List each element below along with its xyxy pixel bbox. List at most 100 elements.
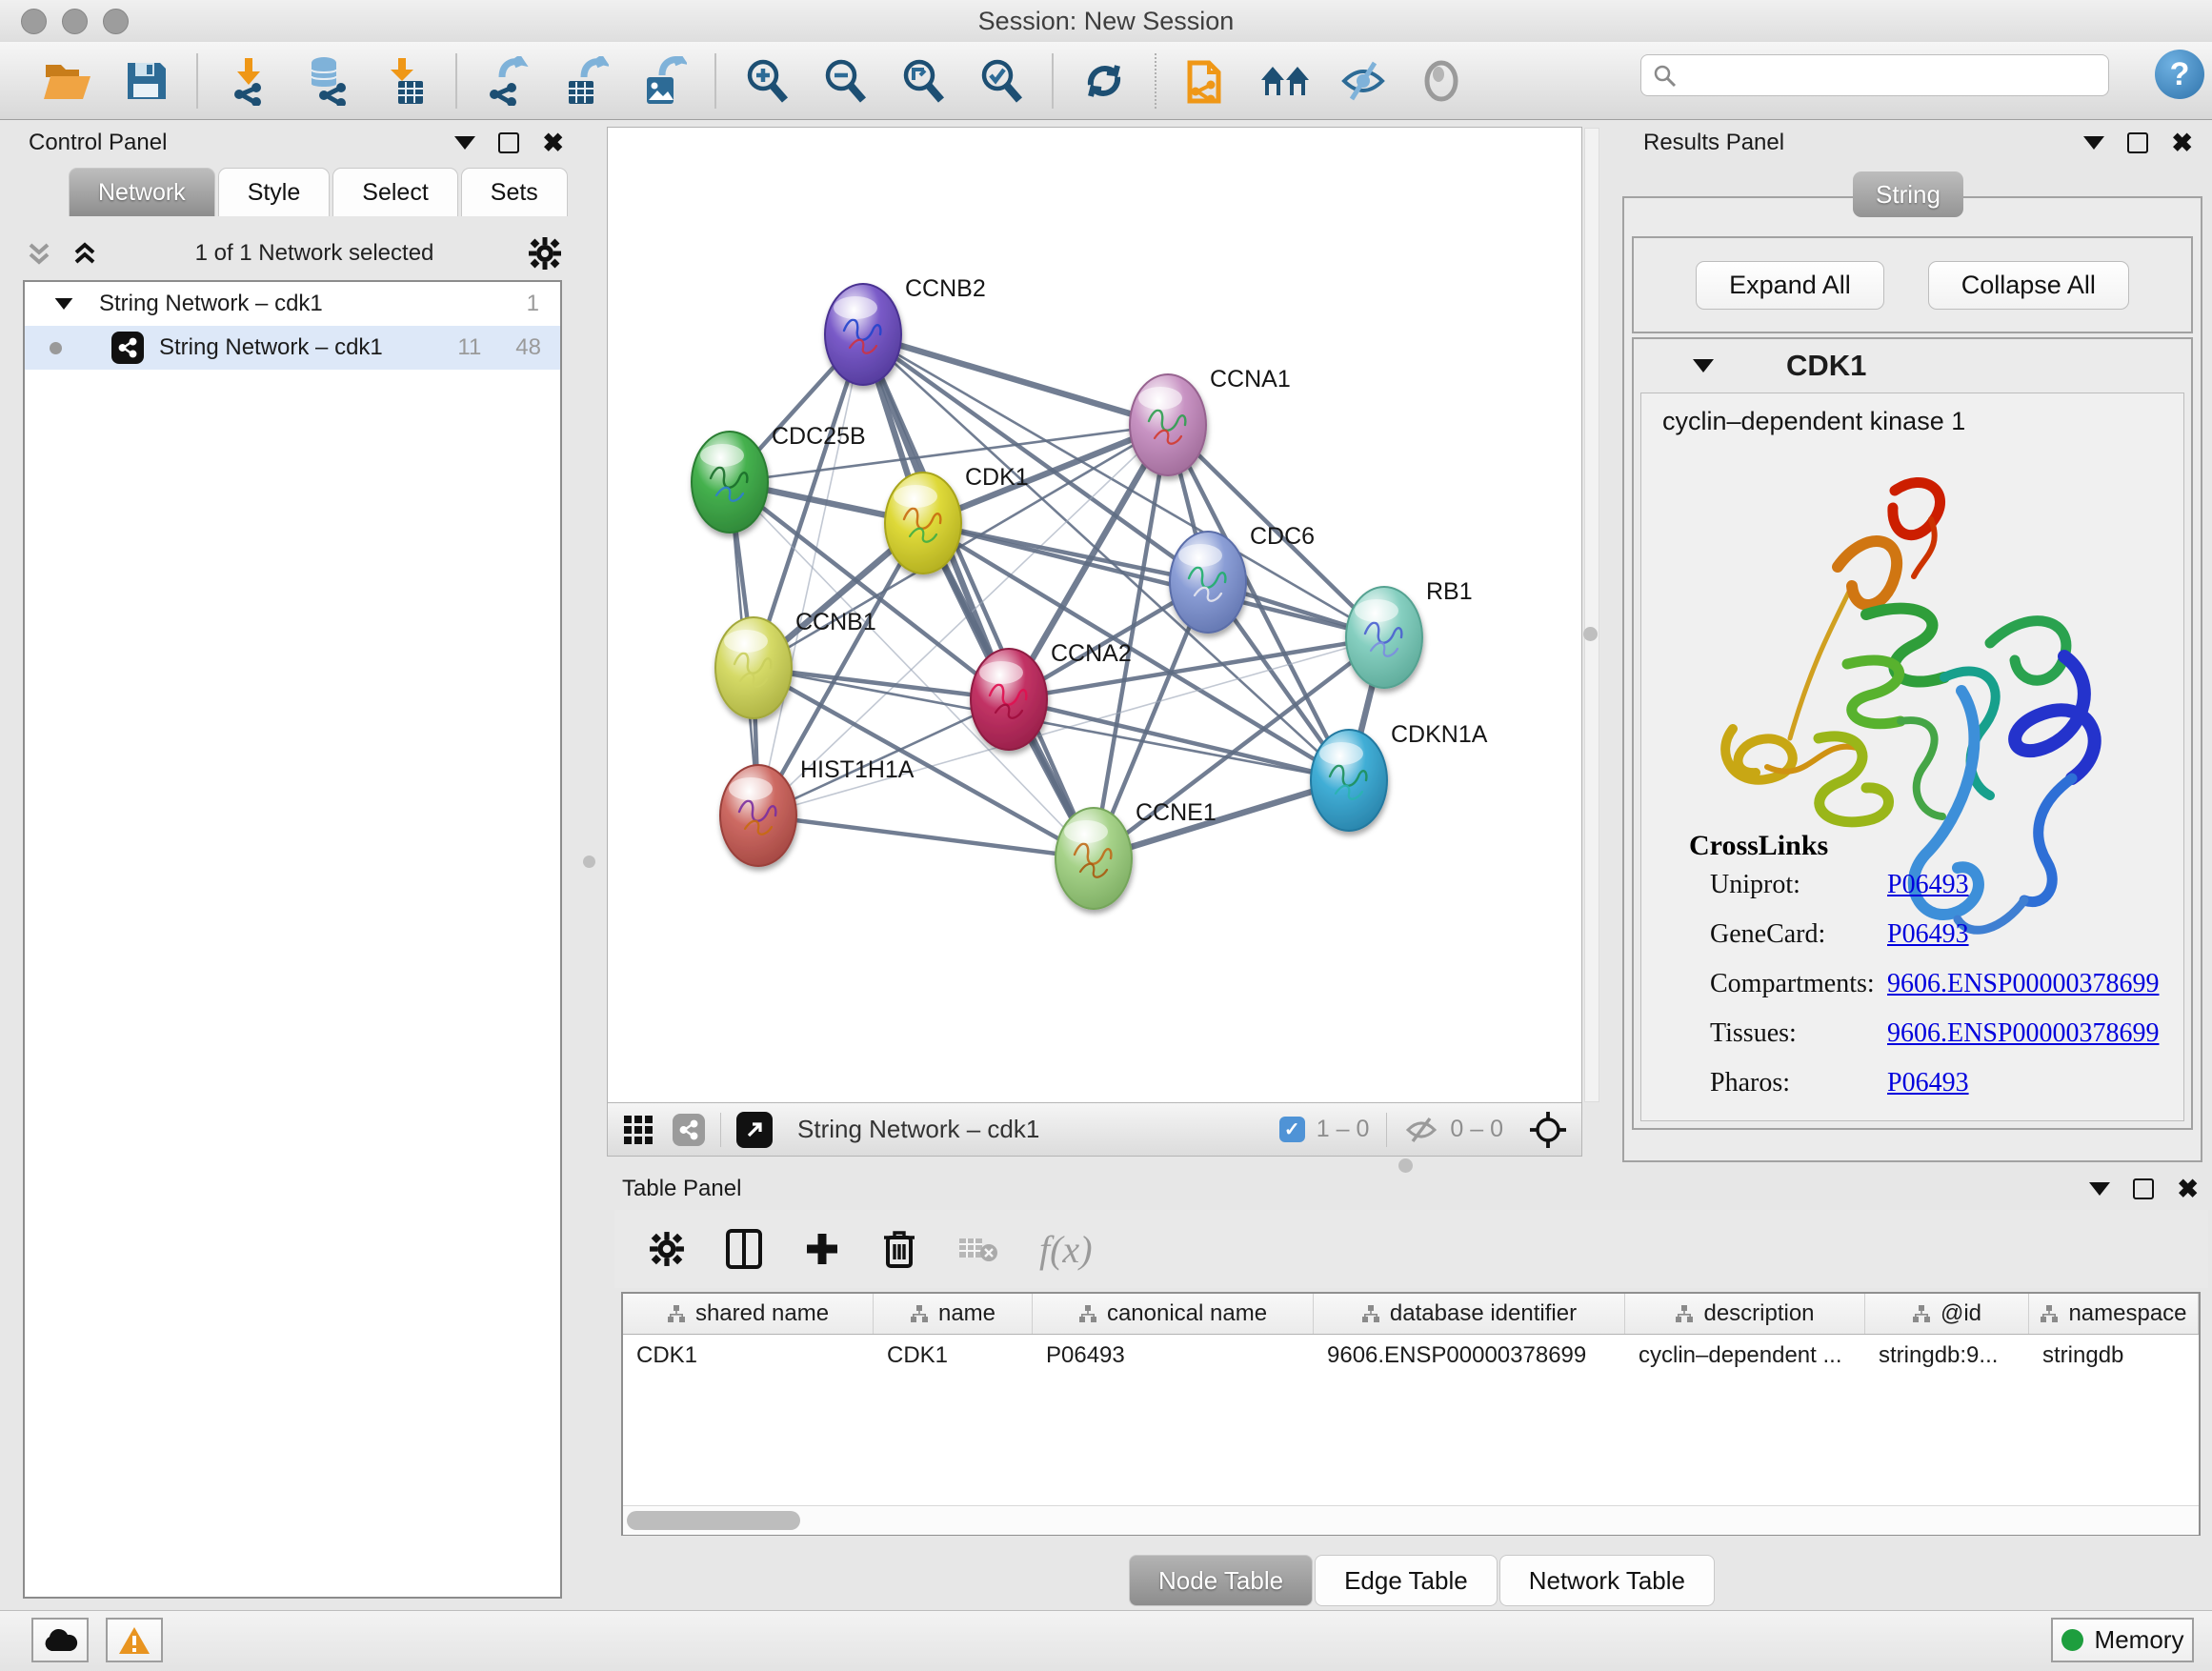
tab-style[interactable]: Style [218,168,331,216]
crosslink-link[interactable]: 9606.ENSP00000378699 [1887,969,2159,999]
cloud-status-button[interactable] [31,1618,89,1662]
crosslink-link[interactable]: P06493 [1887,870,1969,900]
gene-section-header[interactable]: CDK1 [1634,339,2191,393]
tab-select[interactable]: Select [332,168,457,216]
zoom-selected-icon[interactable] [975,53,1027,109]
graph-node-CCNB2[interactable]: CCNB2 [825,275,986,385]
export-image-icon[interactable] [638,53,690,109]
table-cell: CDK1 [874,1342,1033,1369]
graph-edge[interactable] [758,815,1094,858]
help-icon[interactable]: ? [2155,50,2204,99]
import-network-from-database-icon[interactable] [301,53,352,109]
results-panel-collapse-icon[interactable] [2083,136,2104,150]
import-table-from-file-icon[interactable] [379,53,431,109]
hide-graphics-details-icon[interactable] [1337,53,1389,109]
crosslink-label: Uniprot: [1710,870,1800,900]
memory-button[interactable]: Memory [2051,1618,2194,1662]
search-input[interactable] [1685,57,2099,93]
add-column-icon[interactable] [803,1230,841,1268]
column-header-name[interactable]: name [874,1294,1033,1334]
crosslink-link[interactable]: 9606.ENSP00000378699 [1887,1018,2159,1049]
expand-all-button[interactable]: Expand All [1696,261,1884,310]
graph-edge[interactable] [863,334,1168,425]
graph-node-CDKN1A[interactable]: CDKN1A [1311,721,1488,831]
table-cell: P06493 [1033,1342,1314,1369]
graph-node-CDC25B[interactable]: CDC25B [692,423,866,533]
network-view-toolbar: String Network – cdk1 ✓ 1 – 0 0 – 0 [607,1102,1582,1157]
graph-node-CCNA1[interactable]: CCNA1 [1130,366,1291,475]
right-splitter-handle[interactable] [1583,627,1598,641]
graph-node-CCNE1[interactable]: CCNE1 [1056,799,1217,909]
refresh-icon[interactable] [1078,53,1130,109]
tab-network-table[interactable]: Network Table [1499,1555,1715,1606]
expand-all-networks-icon[interactable] [69,237,101,270]
control-panel-float-icon[interactable] [498,132,519,153]
column-header-database-identifier[interactable]: database identifier [1314,1294,1625,1334]
table-row[interactable]: CDK1CDK1P064939606.ENSP00000378699cyclin… [623,1335,2199,1377]
zoom-in-icon[interactable] [741,53,793,109]
table-panel-collapse-icon[interactable] [2089,1182,2110,1196]
delete-table-icon[interactable] [957,1233,999,1265]
network-view[interactable]: CCNB2CCNA1CDC25BCDK1CDC6RB1CCNB1CCNA2CDK… [607,127,1582,1103]
detach-view-icon[interactable] [736,1112,773,1148]
graph-node-RB1[interactable]: RB1 [1346,578,1473,688]
string-protein-query-icon[interactable] [1181,53,1233,109]
column-header-canonical-name[interactable]: canonical name [1033,1294,1314,1334]
column-type-icon [2040,1304,2059,1323]
network-options-gear-icon[interactable] [528,236,562,271]
save-session-icon[interactable] [120,53,171,109]
network-row[interactable]: String Network – cdk1 11 48 [25,326,560,370]
control-panel: Control Panel ✖ Network Style Select Set… [8,124,577,1602]
tab-node-table[interactable]: Node Table [1129,1555,1313,1606]
tab-sets[interactable]: Sets [461,168,568,216]
column-header--id[interactable]: @id [1865,1294,2029,1334]
grid-view-icon[interactable] [621,1113,655,1147]
collapse-all-networks-icon[interactable] [23,237,55,270]
show-graphics-details-icon[interactable] [1416,53,1467,109]
column-header-namespace[interactable]: namespace [2029,1294,2199,1334]
delete-column-icon[interactable] [881,1228,917,1270]
crosslink-link[interactable]: P06493 [1887,1068,1969,1098]
control-panel-collapse-icon[interactable] [454,136,475,150]
table-options-gear-icon[interactable] [649,1231,685,1267]
tab-edge-table[interactable]: Edge Table [1315,1555,1498,1606]
graph-edge[interactable] [923,523,1384,637]
graph-edge[interactable] [1094,780,1349,858]
graph-node-CCNB1[interactable]: CCNB1 [715,609,876,718]
birds-eye-view-icon[interactable] [1528,1110,1568,1150]
results-panel-float-icon[interactable] [2127,132,2148,153]
graph-node-CCNA2[interactable]: CCNA2 [971,640,1132,750]
warnings-button[interactable] [106,1618,163,1662]
results-panel-close-icon[interactable]: ✖ [2171,131,2193,156]
gene-expander-icon[interactable] [1693,359,1714,372]
show-columns-icon[interactable] [725,1228,763,1270]
table-scrollbar-thumb[interactable] [627,1511,800,1530]
export-table-icon[interactable] [560,53,612,109]
selected-indicator-checkbox[interactable]: ✓ [1279,1117,1305,1142]
control-panel-close-icon[interactable]: ✖ [542,131,564,156]
open-session-icon[interactable] [42,53,93,109]
tab-network[interactable]: Network [69,168,215,216]
column-header-description[interactable]: description [1625,1294,1865,1334]
network-graph[interactable]: CCNB2CCNA1CDC25BCDK1CDC6RB1CCNB1CCNA2CDK… [608,128,1581,1102]
zoom-out-icon[interactable] [819,53,871,109]
collapse-all-button[interactable]: Collapse All [1928,261,2129,310]
network-collection-row[interactable]: String Network – cdk1 1 [25,282,560,326]
table-panel-close-icon[interactable]: ✖ [2177,1177,2199,1202]
function-builder-icon[interactable]: f(x) [1039,1227,1093,1272]
title-bar: Session: New Session [0,0,2212,43]
network-view-type-icon[interactable] [673,1114,705,1146]
import-network-from-file-icon[interactable] [223,53,274,109]
tab-string[interactable]: String [1853,171,1963,217]
export-network-icon[interactable] [482,53,533,109]
collection-expander-icon[interactable] [55,298,73,310]
home-icon[interactable] [1259,53,1311,109]
network-results-splitter[interactable] [1584,128,1599,1102]
table-panel-float-icon[interactable] [2133,1178,2154,1199]
left-splitter-handle[interactable] [583,856,595,868]
graph-node-HIST1H1A[interactable]: HIST1H1A [720,756,915,866]
zoom-fit-content-icon[interactable] [897,53,949,109]
column-header-shared-name[interactable]: shared name [623,1294,874,1334]
crosslink-link[interactable]: P06493 [1887,919,1969,950]
crosslink-label: Pharos: [1710,1068,1790,1098]
